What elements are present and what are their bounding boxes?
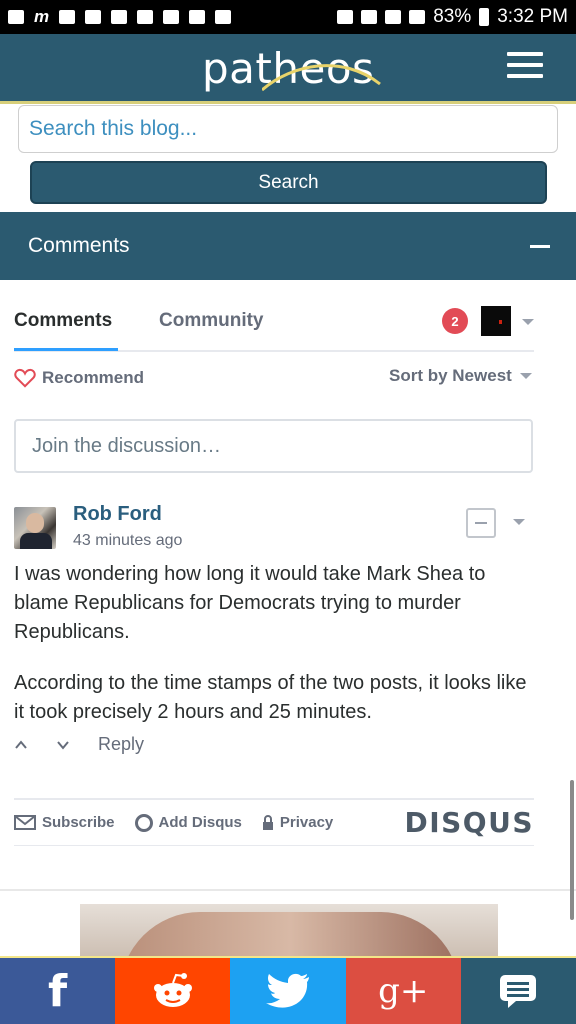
missed-call-icon xyxy=(59,10,76,24)
scrollbar[interactable] xyxy=(570,780,574,920)
chevron-down-icon[interactable] xyxy=(522,319,534,325)
reddit-share-button[interactable] xyxy=(115,958,231,1024)
avatar[interactable] xyxy=(14,507,56,549)
disqus-logo[interactable]: DISQUS xyxy=(404,806,534,839)
mute-icon xyxy=(337,10,354,24)
comment-paragraph: According to the time stamps of the two … xyxy=(14,672,527,723)
gmail-icon xyxy=(8,10,24,24)
recommend-button[interactable]: Recommend xyxy=(14,368,144,388)
sort-label: Sort by Newest xyxy=(389,366,512,385)
reply-link[interactable]: Reply xyxy=(98,734,144,755)
search-button[interactable]: Search xyxy=(30,161,547,204)
recommend-label: Recommend xyxy=(42,368,145,387)
google-plus-icon: g+ xyxy=(378,971,429,1011)
join-placeholder: Join the discussion… xyxy=(32,434,221,457)
lock-icon xyxy=(262,815,273,830)
voicemail-icon xyxy=(85,10,102,24)
comment-bubble-icon xyxy=(500,975,537,1008)
chevron-down-icon[interactable] xyxy=(513,519,525,525)
subscribe-label: Subscribe xyxy=(42,814,115,831)
privacy-link[interactable]: Privacy xyxy=(262,814,333,831)
battery-icon xyxy=(479,8,490,26)
heart-icon xyxy=(14,368,36,388)
privacy-label: Privacy xyxy=(279,814,334,831)
join-discussion-input[interactable]: Join the discussion… xyxy=(14,419,533,473)
active-tab-indicator xyxy=(14,348,118,351)
menu-icon[interactable] xyxy=(507,52,543,80)
image-icon xyxy=(137,10,154,24)
search-button-label: Search xyxy=(258,171,319,193)
play-store-icon xyxy=(215,10,232,24)
sort-dropdown[interactable]: Sort by Newest xyxy=(389,366,532,386)
comment-author[interactable]: Rob Ford xyxy=(73,503,162,526)
notification-icons: m xyxy=(8,7,232,27)
disqus-d-icon xyxy=(134,813,153,832)
tab-comments[interactable]: Comments xyxy=(14,310,112,332)
reddit-icon xyxy=(153,973,192,1007)
collapse-comment-button[interactable] xyxy=(466,508,496,538)
divider xyxy=(0,889,576,891)
google-plus-share-button[interactable]: g+ xyxy=(345,958,461,1024)
message-icon xyxy=(111,10,128,24)
app-m-icon: m xyxy=(34,7,50,26)
upvote-icon[interactable] xyxy=(14,738,28,752)
facebook-share-button[interactable]: f xyxy=(0,958,116,1024)
facebook-icon: f xyxy=(48,965,68,1017)
site-header: patheos xyxy=(0,34,576,104)
dots-icon xyxy=(189,10,206,24)
ad-image[interactable] xyxy=(80,904,498,956)
disqus-footer: Subscribe Add Disqus Privacy DISQUS xyxy=(14,798,534,846)
section-title: Comments xyxy=(28,234,130,257)
comments-share-button[interactable] xyxy=(460,958,576,1024)
comment-body: I was wondering how long it would take M… xyxy=(14,560,534,749)
collapse-icon[interactable] xyxy=(530,244,550,248)
user-avatar[interactable] xyxy=(481,306,511,336)
signal-icon xyxy=(409,10,426,24)
clock: 3:32 PM xyxy=(497,6,568,27)
battery-level: 83% xyxy=(433,6,472,27)
comment-actions: Reply xyxy=(14,734,144,755)
notification-badge[interactable]: 2 xyxy=(442,308,468,334)
search-input[interactable]: Search this blog... xyxy=(18,105,558,153)
incognito-icon xyxy=(163,10,180,24)
tab-community[interactable]: Community xyxy=(159,310,264,332)
disqus-tabs: Comments Community 2 xyxy=(14,300,534,352)
add-disqus-link[interactable]: Add Disqus xyxy=(134,813,242,832)
share-bar: f g+ xyxy=(0,956,576,1024)
status-bar: m 83% 3:32 PM xyxy=(0,0,576,34)
comment-paragraph: I was wondering how long it would take M… xyxy=(14,563,486,643)
chevron-down-icon xyxy=(519,373,532,379)
mail-icon xyxy=(14,815,36,830)
comment-timestamp[interactable]: 43 minutes ago xyxy=(73,532,182,550)
twitter-share-button[interactable] xyxy=(230,958,346,1024)
downvote-icon[interactable] xyxy=(56,738,70,752)
search-placeholder: Search this blog... xyxy=(29,117,198,140)
wifi-icon xyxy=(385,10,402,24)
twitter-icon xyxy=(266,973,309,1008)
subscribe-link[interactable]: Subscribe xyxy=(14,814,115,831)
comments-section-header[interactable]: Comments xyxy=(0,212,576,280)
logo-swoosh-icon xyxy=(262,64,381,92)
add-disqus-label: Add Disqus xyxy=(158,814,242,831)
alarm-icon xyxy=(361,10,378,24)
